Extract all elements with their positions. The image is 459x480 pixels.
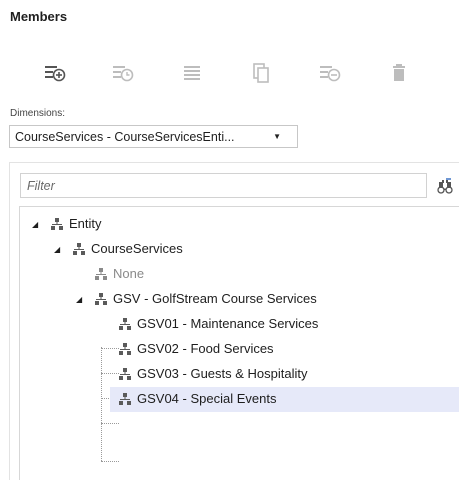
dimensions-selected-value: CourseServices - CourseServicesEnti... bbox=[15, 129, 235, 144]
tree-connector bbox=[101, 423, 119, 424]
list-lines-icon bbox=[184, 66, 200, 80]
tree-node-label: None bbox=[113, 266, 145, 281]
member-tree-panel: ◢ Entity ◢ bbox=[9, 162, 459, 480]
tree-node-none[interactable]: None bbox=[20, 262, 459, 287]
tree-node-label: CourseServices bbox=[91, 241, 183, 256]
add-member-button[interactable] bbox=[40, 58, 70, 88]
tree-node-courseservices[interactable]: ◢ CourseServices bbox=[20, 237, 459, 262]
toolbar bbox=[40, 58, 420, 88]
tree-node-label: GSV03 - Guests & Hospitality bbox=[137, 366, 308, 381]
hierarchy-icon bbox=[73, 243, 85, 255]
tree-node-gsv03[interactable]: GSV03 - Guests & Hospitality bbox=[20, 362, 459, 387]
delete-member-button[interactable] bbox=[384, 58, 414, 88]
hierarchy-icon bbox=[119, 343, 131, 355]
member-tree: ◢ Entity ◢ CourseServices None ◢ GSV - G… bbox=[19, 206, 459, 480]
dropdown-arrow-icon: ▼ bbox=[273, 132, 281, 141]
tree-node-label: GSV01 - Maintenance Services bbox=[137, 316, 319, 331]
copy-member-button[interactable] bbox=[246, 58, 276, 88]
filter-input[interactable] bbox=[20, 173, 427, 198]
collapse-arrow-icon[interactable]: ◢ bbox=[76, 295, 82, 304]
collapse-arrow-icon[interactable]: ◢ bbox=[54, 245, 60, 254]
tree-node-label: GSV04 - Special Events bbox=[137, 391, 277, 406]
hierarchy-icon bbox=[95, 268, 107, 280]
hierarchy-icon bbox=[51, 218, 63, 230]
remove-member-button[interactable] bbox=[315, 58, 345, 88]
hierarchy-icon bbox=[119, 393, 131, 405]
tree-connector bbox=[101, 461, 119, 462]
tree-node-label: GSV02 - Food Services bbox=[137, 341, 274, 356]
tree-node-gsv04[interactable]: GSV04 - Special Events bbox=[110, 387, 459, 412]
trash-icon bbox=[393, 64, 405, 81]
panel-title: Members bbox=[10, 9, 68, 24]
list-remove-icon bbox=[320, 66, 341, 82]
hierarchy-icon bbox=[119, 368, 131, 380]
member-history-button[interactable] bbox=[108, 58, 138, 88]
dimensions-label: Dimensions: bbox=[10, 108, 66, 119]
tree-node-entity[interactable]: ◢ Entity bbox=[20, 212, 459, 237]
hierarchy-icon bbox=[119, 318, 131, 330]
tree-node-gsv01[interactable]: GSV01 - Maintenance Services bbox=[20, 312, 459, 337]
collapse-arrow-icon[interactable]: ◢ bbox=[32, 220, 38, 229]
hierarchy-icon bbox=[95, 293, 107, 305]
dimensions-dropdown[interactable]: CourseServices - CourseServicesEnti... ▼ bbox=[9, 125, 298, 148]
tree-node-gsv[interactable]: ◢ GSV - GolfStream Course Services bbox=[20, 287, 459, 312]
list-clock-icon bbox=[113, 66, 134, 82]
member-properties-button[interactable] bbox=[178, 58, 208, 88]
tree-node-gsv02[interactable]: GSV02 - Food Services bbox=[20, 337, 459, 362]
tree-node-label: GSV - GolfStream Course Services bbox=[113, 291, 317, 306]
list-add-icon bbox=[45, 66, 66, 82]
tree-node-label: Entity bbox=[69, 216, 102, 231]
copy-icon bbox=[253, 63, 269, 83]
filter-options-icon[interactable] bbox=[437, 178, 453, 194]
